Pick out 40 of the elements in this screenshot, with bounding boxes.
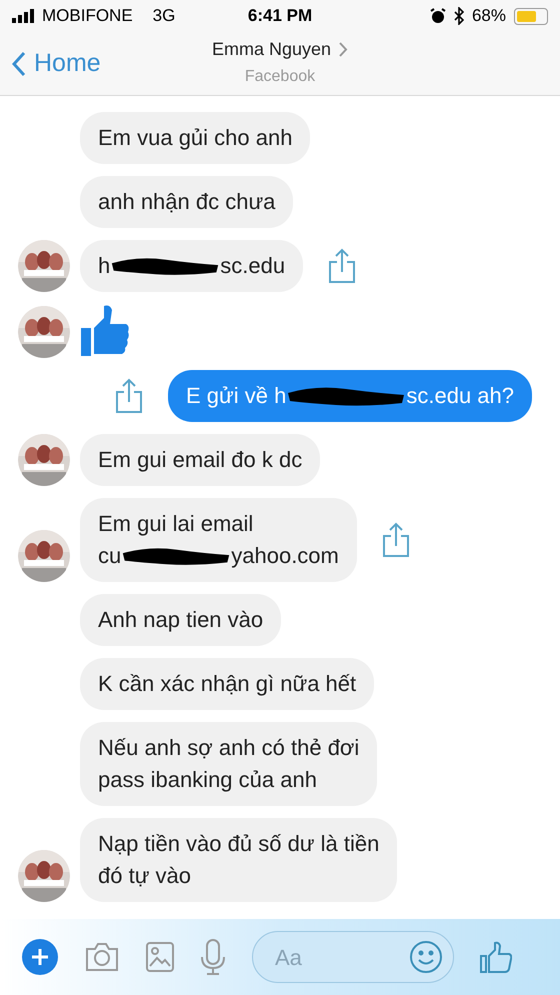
message-text: h (98, 252, 110, 280)
message-text: Nạp tiền vào đủ số dư là tiền (98, 830, 380, 858)
message-text: Em gui lai email (98, 510, 254, 538)
alarm-icon (430, 8, 446, 24)
message-text: K cần xác nhận gì nữa hết (98, 670, 356, 698)
message-text: Anh nap tien vào (98, 606, 264, 634)
battery-icon (514, 8, 548, 24)
message-text: pass ibanking của anh (98, 766, 317, 794)
contact-subtitle: Facebook (244, 67, 316, 87)
battery-percent: 68% (472, 5, 506, 28)
message-text: Em gui email đo k dc (98, 446, 302, 474)
message-text: E gửi về h (186, 382, 286, 410)
emoji-icon[interactable] (409, 940, 443, 974)
thumbs-up-icon (80, 304, 130, 358)
chevron-icon (339, 42, 348, 57)
contact-name[interactable]: Emma Nguyen (212, 36, 332, 63)
back-chevron-icon (12, 50, 26, 76)
message-text: cu (98, 542, 122, 570)
share-icon[interactable] (114, 378, 144, 414)
signal-icon (12, 9, 36, 23)
thumbs-up-icon[interactable] (480, 941, 512, 973)
network-type: 3G (152, 5, 176, 28)
message-text: đó tự vào (98, 862, 192, 890)
message-text: yahoo.com (231, 542, 339, 570)
message-text: sc.edu (220, 252, 286, 280)
message-input[interactable]: Aa (275, 940, 375, 974)
message-text: sc.edu ah? (406, 382, 514, 410)
plus-button[interactable] (22, 939, 58, 975)
image-icon[interactable] (146, 942, 174, 972)
microphone-icon[interactable] (200, 939, 226, 975)
message-text: anh nhận đc chưa (98, 188, 276, 216)
message-text: Nếu anh sợ anh có thẻ đơi (98, 734, 360, 762)
composer-pill[interactable]: Aa (252, 931, 454, 983)
carrier-name: MOBIFONE (42, 5, 133, 28)
share-icon[interactable] (327, 248, 358, 284)
clock-time: 6:41 PM (248, 5, 312, 28)
bluetooth-icon (454, 7, 464, 25)
message-text: Em vua gủi cho anh (98, 124, 292, 152)
camera-icon[interactable] (84, 942, 120, 972)
share-icon[interactable] (380, 522, 411, 558)
